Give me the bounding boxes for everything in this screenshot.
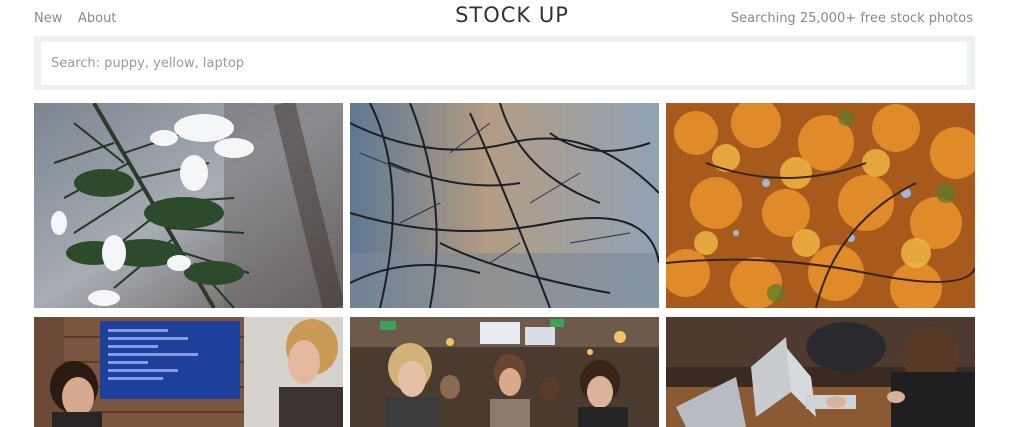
search-input[interactable] [41,42,967,85]
photo-tile-snowy-pine[interactable] [34,103,343,308]
photo-snowy-pine [34,103,343,308]
photo-workshop [350,317,659,427]
photo-women-code-screen [34,317,343,427]
photo-tile-workshop[interactable] [350,317,659,427]
photo-autumn-leaves [666,103,975,308]
photo-tile-icy-branches[interactable] [350,103,659,308]
photo-count-tagline: Searching 25,000+ free stock photos [730,11,973,26]
photo-tile-women-code-screen[interactable] [34,317,343,427]
photo-laptops [666,317,975,427]
header: New About STOCK UP Searching 25,000+ fre… [0,0,1024,34]
photo-tile-autumn-leaves[interactable] [666,103,975,308]
photo-tile-laptops[interactable] [666,317,975,427]
photo-icy-branches [350,103,659,308]
search-bar [34,36,975,90]
